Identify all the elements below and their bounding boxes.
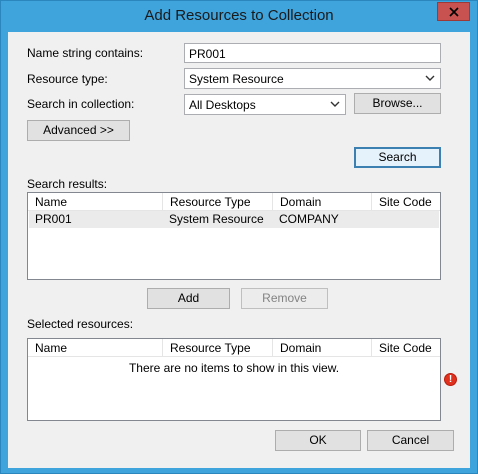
dialog-window: Add Resources to Collection Name string … — [0, 0, 478, 474]
search-results-header: Name Resource Type Domain Site Code — [28, 193, 440, 211]
ok-button[interactable]: OK — [275, 430, 361, 451]
empty-list-message: There are no items to show in this view. — [128, 361, 340, 375]
column-header-name[interactable]: Name — [28, 339, 163, 357]
cell-domain: COMPANY — [279, 212, 339, 226]
cancel-button[interactable]: Cancel — [367, 430, 454, 451]
cell-resource-type: System Resource — [169, 212, 264, 226]
column-header-domain[interactable]: Domain — [273, 339, 372, 357]
resource-type-value: System Resource — [189, 72, 284, 86]
column-header-site-code[interactable]: Site Code — [372, 339, 441, 357]
selected-resources-list[interactable]: Name Resource Type Domain Site Code Ther… — [27, 338, 441, 421]
collection-dropdown[interactable]: All Desktops — [184, 94, 346, 115]
advanced-button[interactable]: Advanced >> — [27, 120, 130, 141]
column-header-resource-type[interactable]: Resource Type — [163, 193, 273, 211]
add-button[interactable]: Add — [147, 288, 230, 309]
selected-resources-label: Selected resources: — [27, 317, 134, 331]
search-collection-label: Search in collection: — [27, 97, 135, 111]
cell-name: PR001 — [35, 212, 72, 226]
resource-type-label: Resource type: — [27, 72, 108, 86]
resource-type-dropdown[interactable]: System Resource — [184, 68, 441, 89]
window-title: Add Resources to Collection — [144, 7, 334, 24]
chevron-down-icon — [425, 75, 435, 81]
column-header-name[interactable]: Name — [28, 193, 163, 211]
browse-button[interactable]: Browse... — [354, 93, 441, 114]
column-header-site-code[interactable]: Site Code — [372, 193, 441, 211]
search-results-label: Search results: — [27, 177, 108, 191]
title-bar[interactable]: Add Resources to Collection — [1, 1, 477, 32]
selected-resources-header: Name Resource Type Domain Site Code — [28, 339, 440, 357]
name-string-label: Name string contains: — [27, 46, 144, 60]
dialog-body: Name string contains: PR001 Resource typ… — [8, 32, 470, 468]
chevron-down-icon — [330, 101, 340, 107]
close-button[interactable] — [437, 2, 470, 21]
remove-button[interactable]: Remove — [241, 288, 328, 309]
search-results-list[interactable]: Name Resource Type Domain Site Code PR00… — [27, 192, 441, 280]
search-button[interactable]: Search — [354, 147, 441, 168]
close-icon — [448, 6, 459, 17]
collection-value: All Desktops — [189, 98, 256, 112]
table-row[interactable]: PR001 System Resource COMPANY — [29, 211, 439, 228]
column-header-domain[interactable]: Domain — [273, 193, 372, 211]
name-string-input[interactable]: PR001 — [184, 43, 441, 63]
error-icon[interactable]: ! — [444, 373, 457, 386]
column-header-resource-type[interactable]: Resource Type — [163, 339, 273, 357]
